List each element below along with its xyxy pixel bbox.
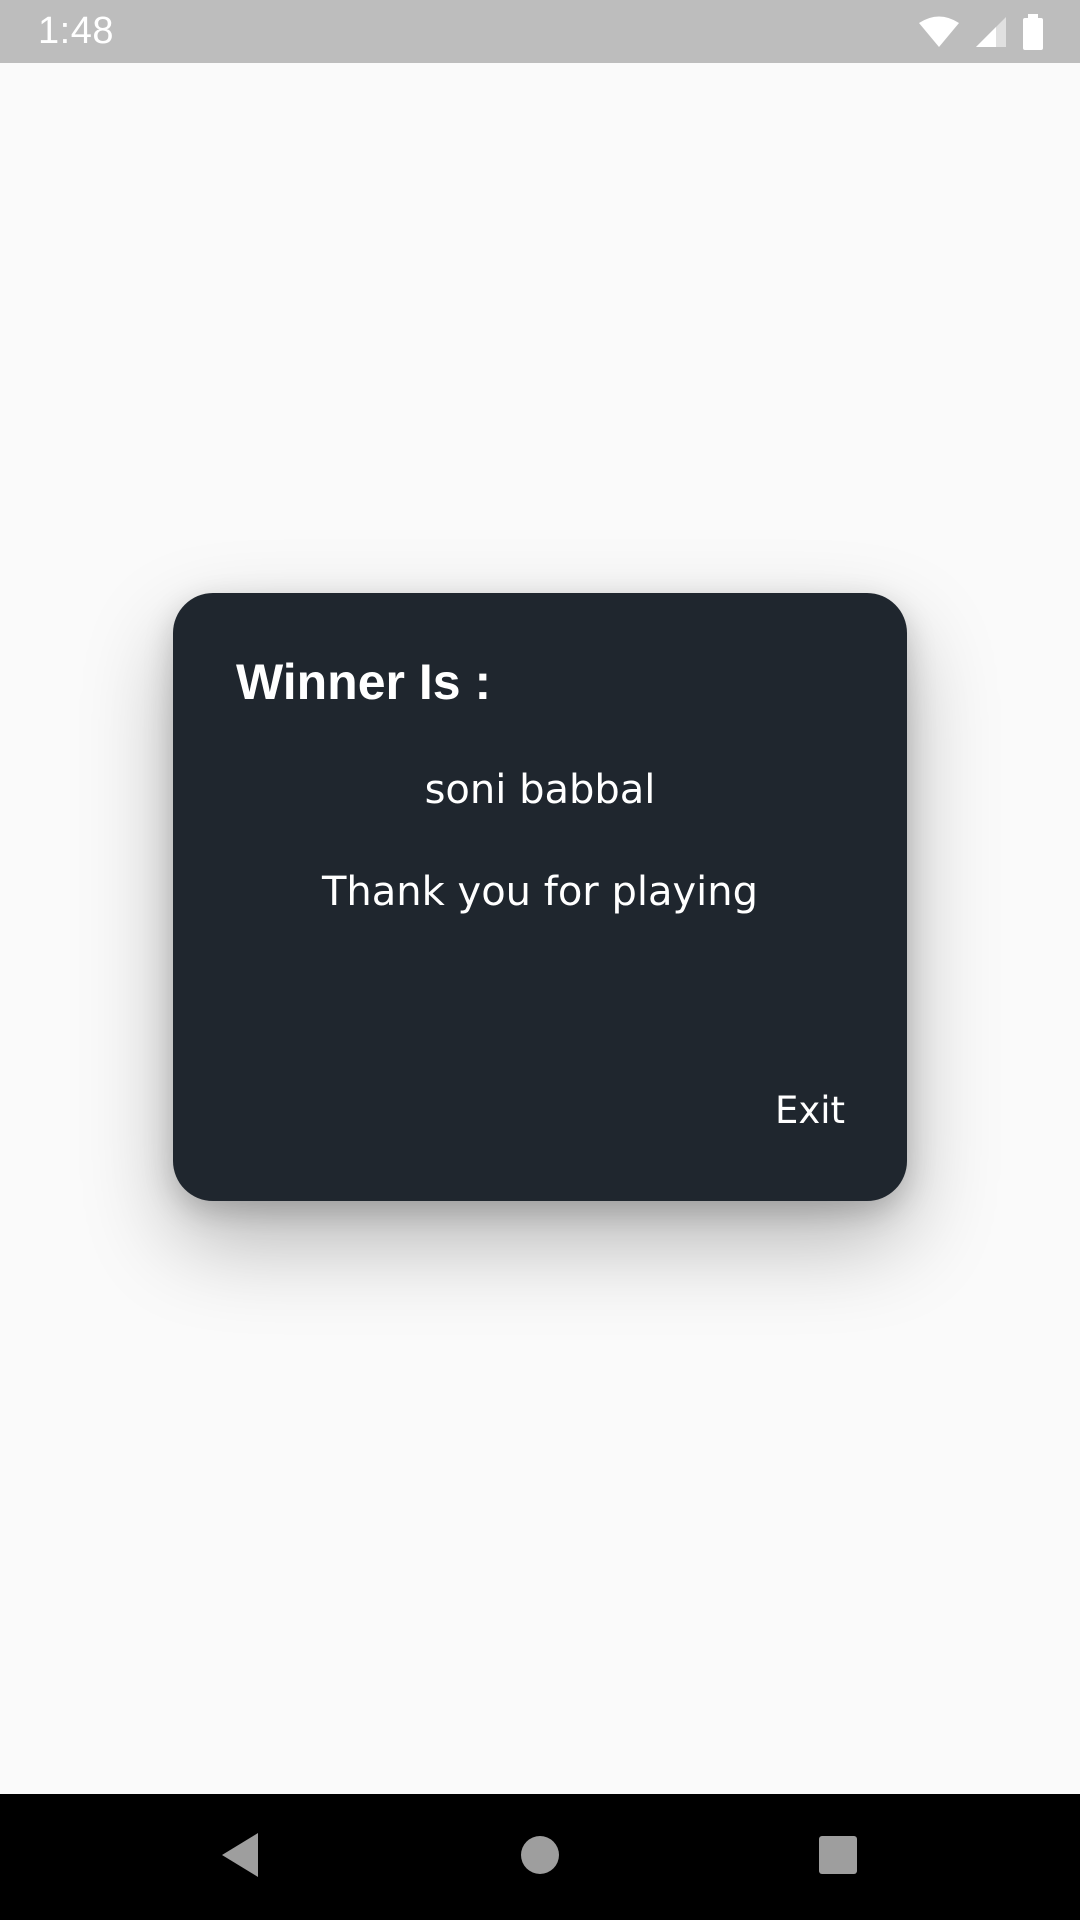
home-icon xyxy=(520,1835,560,1880)
recents-icon xyxy=(818,1835,858,1880)
battery-icon xyxy=(1022,14,1044,50)
status-time: 1:48 xyxy=(38,10,114,52)
back-button[interactable] xyxy=(180,1794,300,1920)
recents-button[interactable] xyxy=(778,1794,898,1920)
status-bar: 1:48 xyxy=(0,0,1080,63)
winner-dialog: Winner Is : soni babbal Thank you for pl… xyxy=(173,593,907,1201)
status-icons xyxy=(918,12,1044,52)
navigation-bar xyxy=(0,1794,1080,1920)
screen: 1:48 Winner Is : soni babbal Thank you f… xyxy=(0,0,1080,1920)
wifi-icon xyxy=(918,16,960,48)
exit-button[interactable]: Exit xyxy=(773,1083,847,1138)
dialog-title: Winner Is : xyxy=(236,654,492,710)
cell-signal-icon xyxy=(974,15,1008,49)
winner-name: soni babbal xyxy=(424,767,656,813)
thank-you-message: Thank you for playing xyxy=(322,869,758,915)
back-icon xyxy=(218,1831,262,1884)
home-button[interactable] xyxy=(480,1794,600,1920)
